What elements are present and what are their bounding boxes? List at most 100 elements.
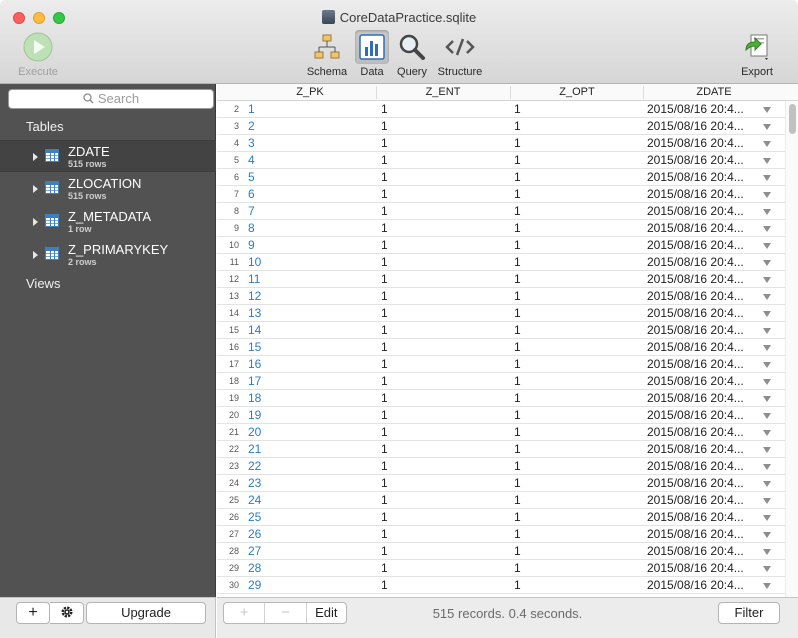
cell-z-ent[interactable]: 1 [381, 544, 388, 558]
dropdown-arrow-icon[interactable] [763, 464, 771, 470]
dropdown-arrow-icon[interactable] [763, 447, 771, 453]
cell-z-opt[interactable]: 1 [514, 442, 521, 456]
table-row[interactable]: 6 5 1 1 2015/08/16 20:4... [217, 169, 785, 186]
cell-z-pk[interactable]: 4 [248, 153, 255, 167]
cell-z-pk[interactable]: 9 [248, 238, 255, 252]
cell-zdate[interactable]: 2015/08/16 20:4... [647, 289, 757, 303]
dropdown-arrow-icon[interactable] [763, 396, 771, 402]
sidebar-item-zlocation[interactable]: ZLOCATION 515 rows [0, 173, 216, 205]
dropdown-arrow-icon[interactable] [763, 345, 771, 351]
cell-z-pk[interactable]: 8 [248, 221, 255, 235]
cell-z-ent[interactable]: 1 [381, 476, 388, 490]
cell-z-opt[interactable]: 1 [514, 357, 521, 371]
cell-z-opt[interactable]: 1 [514, 578, 521, 592]
cell-z-pk[interactable]: 14 [248, 323, 261, 337]
dropdown-arrow-icon[interactable] [763, 141, 771, 147]
table-row[interactable]: 8 7 1 1 2015/08/16 20:4... [217, 203, 785, 220]
dropdown-arrow-icon[interactable] [763, 243, 771, 249]
cell-zdate[interactable]: 2015/08/16 20:4... [647, 187, 757, 201]
cell-zdate[interactable]: 2015/08/16 20:4... [647, 255, 757, 269]
column-header-z-pk[interactable]: Z_PK [245, 86, 375, 98]
cell-z-opt[interactable]: 1 [514, 408, 521, 422]
dropdown-arrow-icon[interactable] [763, 583, 771, 589]
cell-zdate[interactable]: 2015/08/16 20:4... [647, 340, 757, 354]
structure-button[interactable]: Structure [434, 30, 486, 78]
cell-z-opt[interactable]: 1 [514, 204, 521, 218]
table-row[interactable]: 2 1 1 1 2015/08/16 20:4... [217, 101, 785, 118]
cell-zdate[interactable]: 2015/08/16 20:4... [647, 544, 757, 558]
disclosure-triangle-icon[interactable] [33, 185, 38, 193]
dropdown-arrow-icon[interactable] [763, 192, 771, 198]
cell-z-opt[interactable]: 1 [514, 187, 521, 201]
execute-button[interactable]: Execute [10, 30, 66, 78]
query-button[interactable]: Query [393, 30, 431, 78]
cell-z-ent[interactable]: 1 [381, 289, 388, 303]
table-row[interactable]: 5 4 1 1 2015/08/16 20:4... [217, 152, 785, 169]
cell-z-ent[interactable]: 1 [381, 510, 388, 524]
cell-z-opt[interactable]: 1 [514, 493, 521, 507]
cell-z-opt[interactable]: 1 [514, 391, 521, 405]
table-row[interactable]: 30 29 1 1 2015/08/16 20:4... [217, 577, 785, 594]
cell-z-ent[interactable]: 1 [381, 357, 388, 371]
cell-zdate[interactable]: 2015/08/16 20:4... [647, 374, 757, 388]
column-header-z-ent[interactable]: Z_ENT [377, 86, 509, 98]
disclosure-triangle-icon[interactable] [33, 218, 38, 226]
cell-z-ent[interactable]: 1 [381, 442, 388, 456]
dropdown-arrow-icon[interactable] [763, 294, 771, 300]
cell-z-ent[interactable]: 1 [381, 136, 388, 150]
cell-z-pk[interactable]: 13 [248, 306, 261, 320]
cell-z-opt[interactable]: 1 [514, 170, 521, 184]
cell-z-pk[interactable]: 16 [248, 357, 261, 371]
dropdown-arrow-icon[interactable] [763, 158, 771, 164]
cell-zdate[interactable]: 2015/08/16 20:4... [647, 204, 757, 218]
table-row[interactable]: 14 13 1 1 2015/08/16 20:4... [217, 305, 785, 322]
scrollbar-thumb[interactable] [789, 104, 796, 134]
cell-zdate[interactable]: 2015/08/16 20:4... [647, 578, 757, 592]
cell-z-ent[interactable]: 1 [381, 578, 388, 592]
cell-zdate[interactable]: 2015/08/16 20:4... [647, 272, 757, 286]
cell-z-opt[interactable]: 1 [514, 289, 521, 303]
cell-z-ent[interactable]: 1 [381, 374, 388, 388]
dropdown-arrow-icon[interactable] [763, 124, 771, 130]
filter-button[interactable]: Filter [718, 602, 780, 624]
table-row[interactable]: 9 8 1 1 2015/08/16 20:4... [217, 220, 785, 237]
dropdown-arrow-icon[interactable] [763, 362, 771, 368]
cell-z-ent[interactable]: 1 [381, 204, 388, 218]
table-row[interactable]: 23 22 1 1 2015/08/16 20:4... [217, 458, 785, 475]
cell-zdate[interactable]: 2015/08/16 20:4... [647, 238, 757, 252]
cell-z-ent[interactable]: 1 [381, 221, 388, 235]
table-row[interactable]: 12 11 1 1 2015/08/16 20:4... [217, 271, 785, 288]
cell-z-opt[interactable]: 1 [514, 221, 521, 235]
cell-z-opt[interactable]: 1 [514, 459, 521, 473]
settings-button[interactable] [50, 602, 84, 624]
upgrade-button[interactable]: Upgrade [86, 602, 206, 624]
cell-z-pk[interactable]: 2 [248, 119, 255, 133]
table-row[interactable]: 10 9 1 1 2015/08/16 20:4... [217, 237, 785, 254]
table-row[interactable]: 29 28 1 1 2015/08/16 20:4... [217, 560, 785, 577]
cell-z-ent[interactable]: 1 [381, 153, 388, 167]
cell-z-pk[interactable]: 7 [248, 204, 255, 218]
cell-zdate[interactable]: 2015/08/16 20:4... [647, 102, 757, 116]
add-row-button[interactable]: + [224, 603, 266, 623]
cell-z-pk[interactable]: 27 [248, 544, 261, 558]
cell-z-opt[interactable]: 1 [514, 238, 521, 252]
cell-zdate[interactable]: 2015/08/16 20:4... [647, 221, 757, 235]
table-row[interactable]: 3 2 1 1 2015/08/16 20:4... [217, 118, 785, 135]
table-row[interactable]: 16 15 1 1 2015/08/16 20:4... [217, 339, 785, 356]
cell-z-pk[interactable]: 26 [248, 527, 261, 541]
sidebar-item-z-metadata[interactable]: Z_METADATA 1 row [0, 206, 216, 238]
cell-z-pk[interactable]: 18 [248, 391, 261, 405]
disclosure-triangle-icon[interactable] [33, 251, 38, 259]
dropdown-arrow-icon[interactable] [763, 328, 771, 334]
cell-z-opt[interactable]: 1 [514, 272, 521, 286]
cell-zdate[interactable]: 2015/08/16 20:4... [647, 391, 757, 405]
dropdown-arrow-icon[interactable] [763, 430, 771, 436]
cell-zdate[interactable]: 2015/08/16 20:4... [647, 357, 757, 371]
table-row[interactable]: 25 24 1 1 2015/08/16 20:4... [217, 492, 785, 509]
cell-z-pk[interactable]: 20 [248, 425, 261, 439]
search-input[interactable]: Search [8, 89, 214, 109]
table-row[interactable]: 22 21 1 1 2015/08/16 20:4... [217, 441, 785, 458]
table-row[interactable]: 13 12 1 1 2015/08/16 20:4... [217, 288, 785, 305]
cell-z-pk[interactable]: 11 [248, 272, 260, 286]
cell-z-ent[interactable]: 1 [381, 425, 388, 439]
